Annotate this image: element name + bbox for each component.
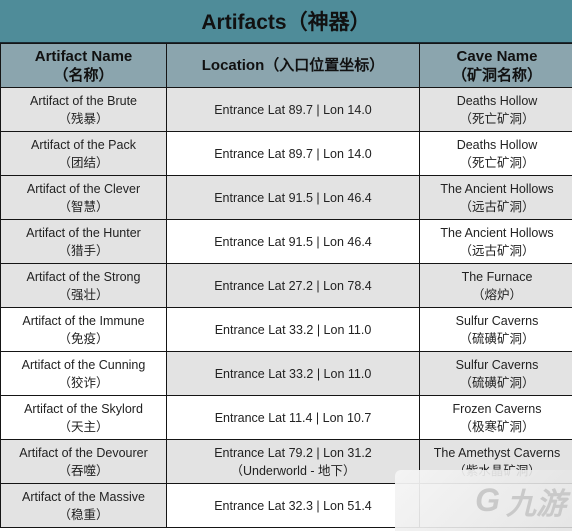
table-row: Artifact of the Strong （强壮） Entrance Lat … <box>0 263 572 308</box>
table-row: Artifact of the Skylord （天主） Entrance Lat… <box>0 395 572 440</box>
location-cell: Entrance Lat 32.3 | Lon 51.4 <box>166 483 420 528</box>
artifact-name-cell: Artifact of the Immune （免疫） <box>0 307 167 352</box>
cave-name-cell: Sulfur Caverns （硫磺矿洞） <box>419 307 572 352</box>
header-artifact-name: Artifact Name （名称） <box>0 43 167 88</box>
artifact-name-cell: Artifact of the Strong （强壮） <box>0 263 167 308</box>
cave-name-cell: Deaths Hollow （死亡矿洞） <box>419 131 572 176</box>
artifact-name-cell: Artifact of the Cunning （狡诈） <box>0 351 167 396</box>
artifact-name-cell: Artifact of the Skylord （天主） <box>0 395 167 440</box>
location-cell: Entrance Lat 89.7 | Lon 14.0 <box>166 131 420 176</box>
cave-name-cell: The Ancient Hollows （远古矿洞） <box>419 219 572 264</box>
table-row: Artifact of the Brute （残暴） Entrance Lat 8… <box>0 87 572 132</box>
table-title: Artifacts（神器） <box>0 0 572 43</box>
location-cell: Entrance Lat 33.2 | Lon 11.0 <box>166 307 420 352</box>
artifact-name-cell: Artifact of the Pack （团结） <box>0 131 167 176</box>
artifact-name-cell: Artifact of the Hunter （猎手） <box>0 219 167 264</box>
artifact-name-cell: Artifact of the Brute （残暴） <box>0 87 167 132</box>
artifacts-table: Artifact Name （名称） Location（入口位置坐标） Cave… <box>0 43 572 528</box>
location-cell: Entrance Lat 89.7 | Lon 14.0 <box>166 87 420 132</box>
watermark-text: 九游 <box>506 487 566 521</box>
table-row: Artifact of the Clever （智慧） Entrance Lat … <box>0 175 572 220</box>
location-cell: Entrance Lat 79.2 | Lon 31.2 （Underworld … <box>166 439 420 484</box>
watermark: G 九游 <box>395 470 572 531</box>
table-row: Artifact of the Immune （免疫） Entrance Lat … <box>0 307 572 352</box>
cave-name-cell: The Furnace （熔炉） <box>419 263 572 308</box>
table-row: Artifact of the Cunning （狡诈） Entrance Lat… <box>0 351 572 396</box>
cave-name-cell: Frozen Caverns （极寒矿洞） <box>419 395 572 440</box>
header-row: Artifact Name （名称） Location（入口位置坐标） Cave… <box>0 43 572 88</box>
artifact-name-cell: Artifact of the Massive （稳重） <box>0 483 167 528</box>
artifact-name-cell: Artifact of the Devourer （吞噬） <box>0 439 167 484</box>
jiuyou-logo-icon: G <box>475 482 500 518</box>
header-cave-name: Cave Name （矿洞名称） <box>419 43 572 88</box>
table-row: Artifact of the Hunter （猎手） Entrance Lat … <box>0 219 572 264</box>
cave-name-cell: The Ancient Hollows （远古矿洞） <box>419 175 572 220</box>
location-cell: Entrance Lat 91.5 | Lon 46.4 <box>166 219 420 264</box>
location-cell: Entrance Lat 91.5 | Lon 46.4 <box>166 175 420 220</box>
cave-name-cell: Deaths Hollow （死亡矿洞） <box>419 87 572 132</box>
cave-name-cell: Sulfur Caverns （硫磺矿洞） <box>419 351 572 396</box>
location-cell: Entrance Lat 11.4 | Lon 10.7 <box>166 395 420 440</box>
header-location: Location（入口位置坐标） <box>166 43 420 88</box>
table-row: Artifact of the Pack （团结） Entrance Lat 89… <box>0 131 572 176</box>
location-cell: Entrance Lat 27.2 | Lon 78.4 <box>166 263 420 308</box>
artifact-name-cell: Artifact of the Clever （智慧） <box>0 175 167 220</box>
location-cell: Entrance Lat 33.2 | Lon 11.0 <box>166 351 420 396</box>
